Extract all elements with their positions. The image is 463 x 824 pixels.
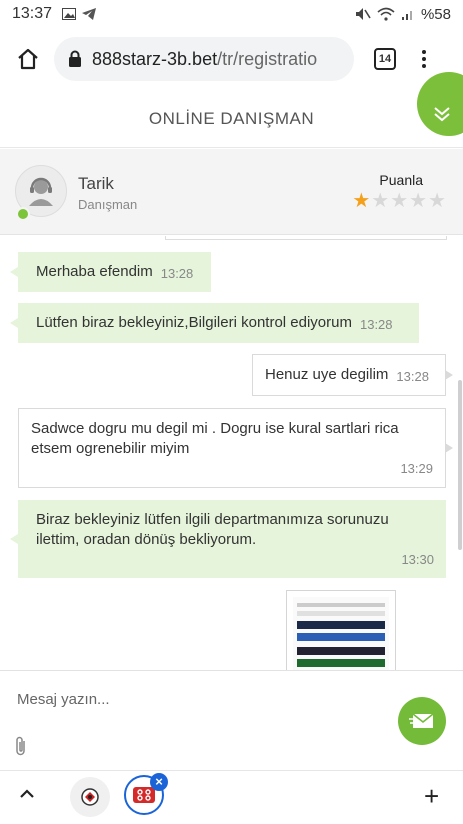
more-menu-button[interactable] [422,50,426,68]
message-time: 13:28 [160,266,194,281]
wifi-icon [377,7,395,21]
image-attachment-message[interactable] [286,590,396,670]
agent-name: Tarik [78,174,114,193]
battery-level: %58 [420,5,451,23]
mute-icon [355,8,371,20]
online-status-dot [16,207,30,221]
send-mail-icon [409,713,434,728]
rating-stars[interactable]: ★ ★ ★ ★ ★ [352,191,446,211]
message-user: Sadwce dogru mu degil mi . Dogru ise kur… [18,408,453,488]
status-bar: 13:37 %58 [0,0,463,28]
paperclip-icon [16,736,25,756]
message-time: 13:30 [401,552,434,567]
expand-button[interactable] [18,787,36,806]
message-time: 13:29 [400,461,433,476]
message-text: Biraz bekleyiniz lütfen ilgili departman… [36,511,389,548]
agent-info-bar: Tarik Danışman Puanla ★ ★ ★ ★ ★ [0,149,463,235]
browser-toolbar: 888starz-3b.bet/tr/registratio 14 [0,28,463,90]
telegram-icon [82,8,97,20]
message-time: 13:28 [396,369,429,384]
browser-bottom-bar: × + [0,770,463,824]
home-button[interactable] [10,41,46,77]
url-domain: 888starz-3b.bet [92,48,218,69]
home-icon [18,48,38,70]
screenshot-thumbnail [293,597,389,670]
tab-switcher-button[interactable]: 14 [374,48,396,70]
status-time: 13:37 [12,5,53,22]
message-agent: Biraz bekleyiniz lütfen ilgili departman… [10,500,446,578]
rating-label: Puanla [379,172,423,188]
message-text: Sadwce dogru mu degil mi . Dogru ise kur… [31,420,399,457]
rating-star[interactable]: ★ [371,191,389,211]
system-icons: %58 [355,6,451,23]
message-input[interactable]: Mesaj yazın... [17,691,110,708]
rating-star[interactable]: ★ [428,191,446,211]
scrollbar[interactable] [458,380,462,550]
site-favicon-icon [81,788,99,806]
address-bar[interactable]: 888starz-3b.bet/tr/registratio [54,37,354,81]
message-user: Henuz uye degilim 13:28 [252,354,453,396]
url-path: /tr/registratio [217,48,318,69]
chat-title: ONLİNE DANIŞMAN [148,108,315,128]
message-text: Lütfen biraz bekleyiniz,Bilgileri kontro… [36,314,352,331]
888-favicon-icon [133,787,155,803]
rating-star[interactable]: ★ [409,191,427,211]
new-tab-button[interactable]: + [424,781,439,812]
message-agent: Lütfen biraz bekleyiniz,Bilgileri kontro… [10,303,419,343]
chevron-double-down-icon [434,107,450,122]
notification-icons [62,8,97,20]
gallery-icon [62,8,77,20]
close-tab-badge[interactable]: × [150,773,168,791]
chat-title-bar: ONLİNE DANIŞMAN [0,90,463,148]
tab-shortcut-site[interactable] [70,777,110,817]
attach-button[interactable] [14,735,28,762]
message-time: 13:28 [359,317,393,332]
message-list[interactable]: Merhaba efendim 13:28 Lütfen biraz bekle… [0,236,463,670]
signal-icon [401,11,412,20]
tab-count: 14 [378,53,392,65]
chevron-up-icon [20,789,34,798]
rating-star[interactable]: ★ [352,191,370,211]
lock-icon [68,50,82,68]
screen: 13:37 %58 888starz-3b.bet/tr/registratio… [0,0,463,824]
previous-message-edge [165,236,447,240]
headset-agent-icon [29,177,53,206]
rating-star[interactable]: ★ [390,191,408,211]
send-button[interactable] [398,697,446,745]
agent-role: Danışman [78,197,138,212]
url-text: 888starz-3b.bet/tr/registratio [92,49,317,70]
message-agent: Merhaba efendim 13:28 [10,252,211,292]
message-text: Merhaba efendim [36,263,153,280]
message-text: Henuz uye degilim [265,366,389,383]
message-composer: Mesaj yazın... [0,670,463,770]
